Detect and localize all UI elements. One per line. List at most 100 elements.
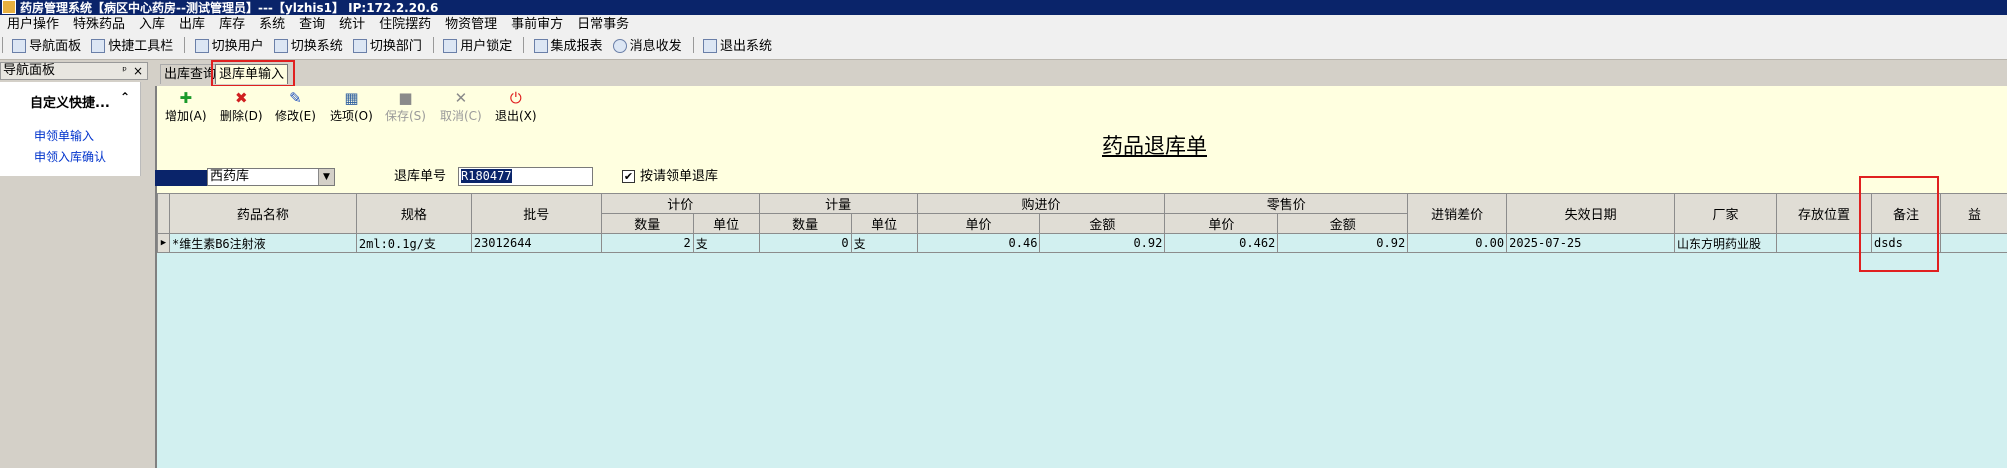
toolbar-report-button[interactable]: 集成报表 — [532, 35, 607, 59]
toolbar-switch-department-label: 切换部门 — [369, 39, 422, 54]
toolbar-separator — [433, 37, 435, 53]
switch-user-icon — [194, 39, 209, 53]
switch-system-icon — [273, 39, 288, 53]
menu-user-ops[interactable]: 用户操作 — [0, 15, 66, 35]
save-button[interactable]: ■ 保存(S) — [385, 90, 426, 124]
col-diff[interactable]: 进销差价 — [1407, 193, 1508, 234]
cell-expiry[interactable]: 2025-07-25 — [1506, 233, 1676, 253]
menu-system[interactable]: 系统 — [252, 15, 292, 35]
menu-statistics[interactable]: 统计 — [332, 15, 372, 35]
col-purchase-price[interactable]: 单价 — [916, 213, 1041, 234]
col-retail-price[interactable]: 单价 — [1164, 213, 1279, 234]
pin-icon[interactable]: ᵖ — [122, 63, 127, 79]
toolbar-switch-user-label: 切换用户 — [211, 39, 264, 54]
cell-diff[interactable]: 0.00 — [1407, 233, 1508, 253]
tab-outbound-query[interactable]: 出库查询 — [160, 64, 221, 84]
cell-maker[interactable]: 山东方明药业股 — [1674, 233, 1778, 253]
main-toolbar: 导航面板 快捷工具栏 切换用户 切换系统 切换部门 用户锁定 集成报表 消息收发… — [0, 35, 2007, 60]
app-icon — [2, 0, 16, 14]
options-button[interactable]: ▦ 选项(O) — [330, 90, 373, 124]
cell-purchase-price[interactable]: 0.46 — [916, 233, 1041, 253]
delete-button[interactable]: ✖ 删除(D) — [220, 90, 263, 124]
options-label: 选项(O) — [330, 109, 373, 123]
toolbar-exit-label: 退出系统 — [719, 39, 772, 54]
menu-inpatient-dispensing[interactable]: 住院摆药 — [372, 15, 438, 35]
chevron-up-icon[interactable]: ⌃ — [120, 90, 130, 104]
nav-link-apply-input[interactable]: 申领单输入 — [34, 127, 94, 144]
main-panel: ✚ 增加(A) ✖ 删除(D) ✎ 修改(E) ▦ 选项(O) ■ 保存(S) ✕ 取消(C… — [155, 86, 2007, 468]
switch-department-icon — [352, 39, 367, 53]
cell-remark[interactable]: dsds — [1870, 233, 1941, 253]
col-retail-amount[interactable]: 金额 — [1277, 213, 1409, 234]
col-qty2[interactable]: 数量 — [758, 213, 852, 234]
chevron-down-icon[interactable]: ▼ — [318, 169, 334, 185]
menu-query[interactable]: 查询 — [292, 15, 332, 35]
cell-qty2[interactable]: 0 — [758, 233, 852, 253]
tab-return-input[interactable]: 退库单输入 — [215, 64, 289, 84]
menu-daily-affairs[interactable]: 日常事务 — [570, 15, 636, 35]
menu-special-drugs[interactable]: 特殊药品 — [66, 15, 132, 35]
by-request-checkbox[interactable]: ✔ — [622, 170, 635, 183]
col-unit[interactable]: 单位 — [692, 213, 760, 234]
col-spec[interactable]: 规格 — [355, 193, 472, 234]
return-no-input[interactable]: R180477 — [458, 167, 593, 186]
edit-button[interactable]: ✎ 修改(E) — [275, 90, 316, 124]
cell-unit2[interactable]: 支 — [850, 233, 918, 253]
options-icon: ▦ — [344, 89, 359, 107]
grid-table: 药品名称 规格 批号 计价 计量 购进价 零售价 进销差价 失效日期 厂家 存放… — [157, 193, 2007, 253]
cell-drug-name[interactable]: *维生素B6注射液 — [168, 233, 357, 253]
toolbar-lock-user-label: 用户锁定 — [460, 39, 513, 54]
menu-inbound[interactable]: 入库 — [132, 15, 172, 35]
toolbar-nav-panel-button[interactable]: 导航面板 — [10, 35, 85, 59]
toolbar-switch-system-label: 切换系统 — [290, 39, 343, 54]
toolbar-separator — [692, 37, 694, 53]
col-location[interactable]: 存放位置 — [1776, 193, 1872, 234]
col-unit2[interactable]: 单位 — [850, 213, 918, 234]
exit-button[interactable]: ⏻ 退出(X) — [495, 90, 537, 124]
col-drug-name[interactable]: 药品名称 — [168, 193, 357, 234]
toolbar-message-button[interactable]: 消息收发 — [611, 35, 686, 59]
toolbar-exit-button[interactable]: 退出系统 — [701, 35, 776, 59]
save-label: 保存(S) — [385, 109, 426, 123]
col-extra[interactable]: 益 — [1939, 193, 2007, 234]
add-button[interactable]: ✚ 增加(A) — [165, 90, 207, 124]
toolbar-lock-user-button[interactable]: 用户锁定 — [441, 35, 516, 59]
nav-group-title[interactable]: 自定义快捷... — [30, 92, 110, 111]
cancel-button[interactable]: ✕ 取消(C) — [440, 90, 482, 124]
cell-unit[interactable]: 支 — [692, 233, 760, 253]
close-icon[interactable]: × — [133, 63, 143, 79]
col-group-retail: 零售价 — [1164, 193, 1409, 214]
warehouse-select[interactable]: 西药库 ▼ — [207, 168, 335, 186]
menu-prescription-review[interactable]: 事前审方 — [504, 15, 570, 35]
col-batch[interactable]: 批号 — [470, 193, 602, 234]
add-icon: ✚ — [179, 89, 193, 107]
cell-batch[interactable]: 23012644 — [470, 233, 602, 253]
cell-retail-price[interactable]: 0.462 — [1164, 233, 1279, 253]
menu-stock[interactable]: 库存 — [212, 15, 252, 35]
cell-qty[interactable]: 2 — [600, 233, 694, 253]
cell-purchase-amount[interactable]: 0.92 — [1039, 233, 1166, 253]
table-row[interactable]: ▶ *维生素B6注射液 2ml:0.1g/支 23012644 2 支 0 支 … — [157, 233, 2007, 253]
toolbar-switch-system-button[interactable]: 切换系统 — [272, 35, 347, 59]
col-group-pricing-unit: 计价 — [600, 193, 760, 214]
nav-panel-title: 导航面板 — [3, 63, 56, 78]
add-label: 增加(A) — [165, 109, 207, 123]
cell-extra[interactable] — [1939, 233, 2007, 253]
cell-spec[interactable]: 2ml:0.1g/支 — [355, 233, 472, 253]
col-expiry[interactable]: 失效日期 — [1506, 193, 1676, 234]
toolbar-switch-department-button[interactable]: 切换部门 — [351, 35, 426, 59]
nav-link-apply-confirm[interactable]: 申领入库确认 — [34, 148, 106, 165]
col-maker[interactable]: 厂家 — [1674, 193, 1778, 234]
menu-materials[interactable]: 物资管理 — [438, 15, 504, 35]
cell-location[interactable] — [1776, 233, 1872, 253]
nav-panel-icon — [12, 39, 27, 53]
toolbar-shortcut-button[interactable]: 快捷工具栏 — [89, 35, 177, 59]
col-purchase-amount[interactable]: 金额 — [1039, 213, 1166, 234]
col-qty[interactable]: 数量 — [600, 213, 694, 234]
row-indicator-icon: ▶ — [157, 233, 170, 253]
menu-outbound[interactable]: 出库 — [172, 15, 212, 35]
cell-retail-amount[interactable]: 0.92 — [1277, 233, 1409, 253]
data-grid[interactable]: 药品名称 规格 批号 计价 计量 购进价 零售价 进销差价 失效日期 厂家 存放… — [157, 193, 2007, 468]
toolbar-switch-user-button[interactable]: 切换用户 — [193, 35, 268, 59]
col-remark[interactable]: 备注 — [1870, 193, 1941, 234]
